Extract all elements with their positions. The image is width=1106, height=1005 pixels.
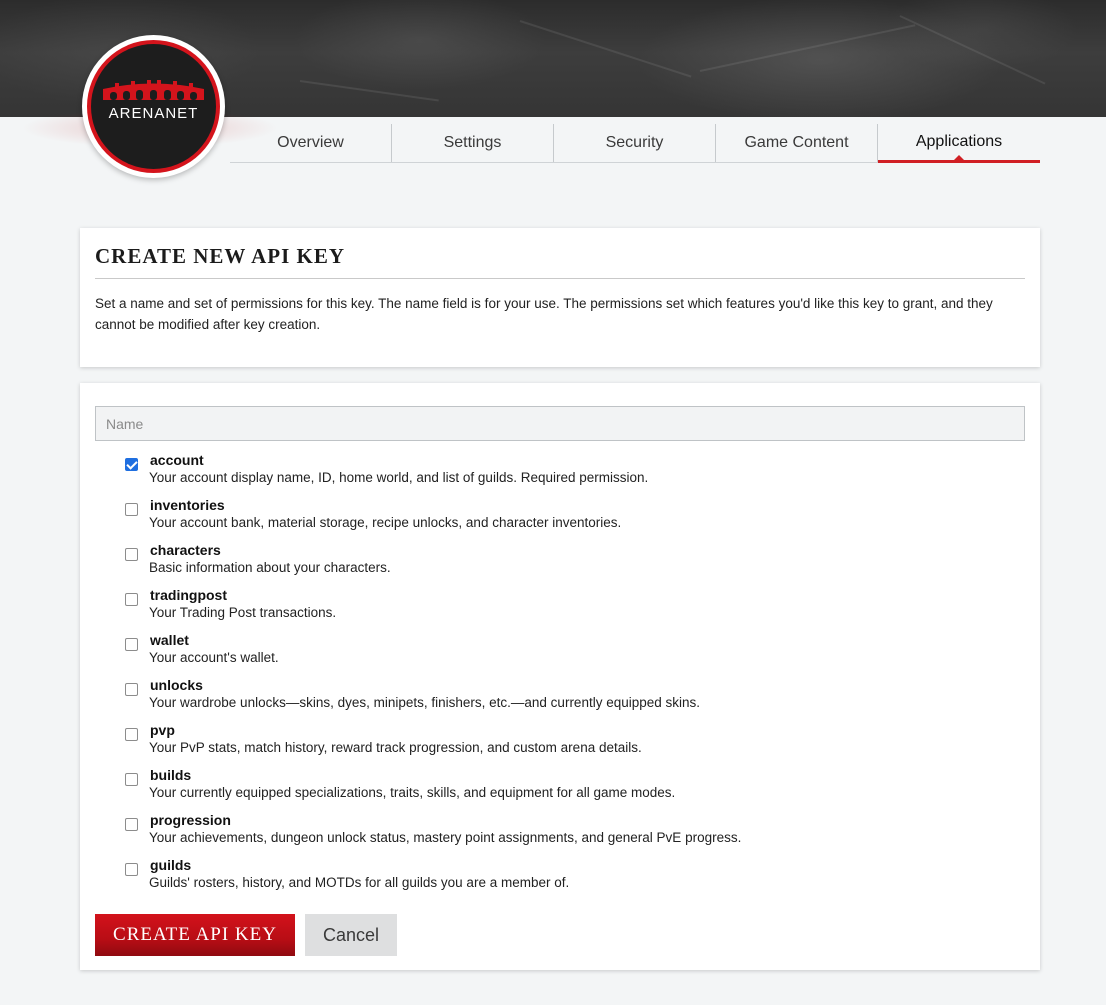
tab-security[interactable]: Security (554, 124, 716, 162)
permission-name: guilds (150, 857, 192, 873)
title-divider (95, 278, 1025, 279)
permission-checkbox[interactable] (125, 818, 138, 831)
permission-name: characters (150, 542, 221, 558)
permission-description: Your wardrobe unlocks—skins, dyes, minip… (149, 695, 701, 710)
permission-name: tradingpost (150, 587, 227, 603)
permission-description: Your PvP stats, match history, reward tr… (149, 740, 642, 755)
permission-checkbox[interactable] (125, 593, 138, 606)
permission-checkbox[interactable] (125, 773, 138, 786)
permission-checkbox[interactable] (125, 728, 138, 741)
permission-builds[interactable]: builds Your currently equipped specializ… (124, 767, 1004, 803)
permission-name: account (150, 452, 204, 468)
permission-description: Your achievements, dungeon unlock status… (149, 830, 742, 845)
logo-wordmark: ARENANET (108, 105, 199, 122)
create-api-key-button[interactable]: CREATE API KEY (95, 914, 295, 956)
permission-description: Guilds' rosters, history, and MOTDs for … (149, 875, 570, 890)
permission-checkbox[interactable] (125, 548, 138, 561)
arenanet-logo[interactable]: ARENANET (82, 35, 225, 178)
tab-overview[interactable]: Overview (230, 124, 392, 162)
account-tabs: Overview Settings Security Game Content … (230, 124, 1040, 163)
permission-wallet[interactable]: wallet Your account's wallet. (124, 632, 1004, 668)
permission-checkbox[interactable] (125, 863, 138, 876)
permission-inventories[interactable]: inventories Your account bank, material … (124, 497, 1004, 533)
permission-checkbox[interactable] (125, 458, 138, 471)
permission-description: Your account bank, material storage, rec… (149, 515, 622, 530)
tab-game-content[interactable]: Game Content (716, 124, 878, 162)
permission-checkbox[interactable] (125, 503, 138, 516)
permission-tradingpost[interactable]: tradingpost Your Trading Post transactio… (124, 587, 1004, 623)
tab-settings[interactable]: Settings (392, 124, 554, 162)
permission-name: progression (150, 812, 231, 828)
permission-checkbox[interactable] (125, 683, 138, 696)
permission-name: pvp (150, 722, 175, 738)
permission-guilds[interactable]: guilds Guilds' rosters, history, and MOT… (124, 857, 1004, 893)
colosseum-icon (103, 80, 204, 100)
permission-name: inventories (150, 497, 225, 513)
permission-name: wallet (150, 632, 189, 648)
permission-characters[interactable]: characters Basic information about your … (124, 542, 1004, 578)
permission-name: builds (150, 767, 192, 783)
page-title: CREATE NEW API KEY (95, 244, 346, 268)
permission-description: Your account's wallet. (149, 650, 279, 665)
permission-description: Your account display name, ID, home worl… (149, 470, 649, 485)
permission-account[interactable]: account Your account display name, ID, h… (124, 452, 1004, 488)
permission-pvp[interactable]: pvp Your PvP stats, match history, rewar… (124, 722, 1004, 758)
permission-checkbox[interactable] (125, 638, 138, 651)
permission-name: unlocks (150, 677, 203, 693)
permission-description: Basic information about your characters. (149, 560, 391, 575)
api-key-form: account Your account display name, ID, h… (80, 383, 1040, 970)
intro-description: Set a name and set of permissions for th… (95, 296, 993, 332)
permission-progression[interactable]: progression Your achievements, dungeon u… (124, 812, 1004, 848)
permission-description: Your Trading Post transactions. (149, 605, 337, 620)
permission-unlocks[interactable]: unlocks Your wardrobe unlocks—skins, dye… (124, 677, 1004, 713)
cancel-button[interactable]: Cancel (305, 914, 397, 956)
tab-applications[interactable]: Applications (878, 124, 1040, 163)
permission-description: Your currently equipped specializations,… (149, 785, 676, 800)
intro-card: CREATE NEW API KEY Set a name and set of… (80, 228, 1040, 367)
key-name-input[interactable] (95, 406, 1025, 441)
